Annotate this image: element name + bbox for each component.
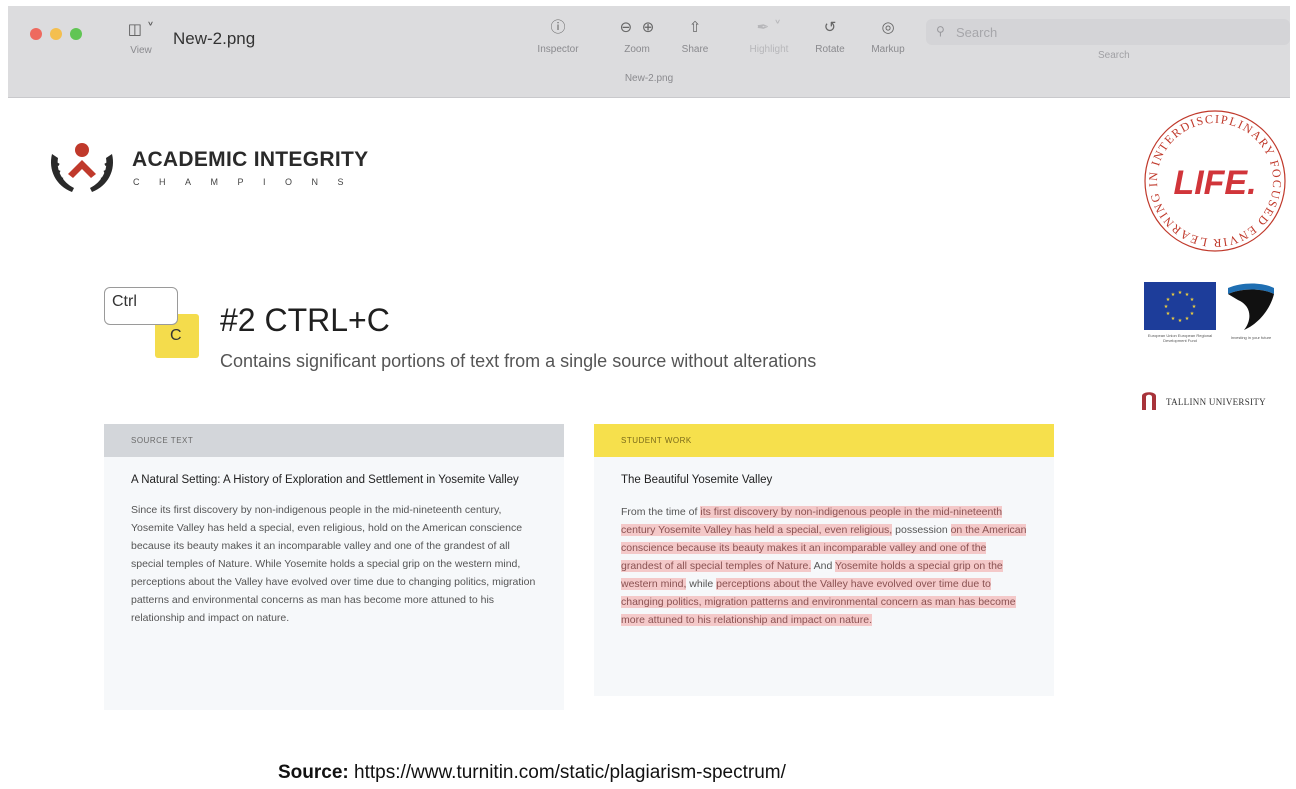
inspector-label: Inspector — [537, 44, 579, 55]
rotate-label: Rotate — [815, 44, 845, 55]
zoom-in-icon[interactable]: ⊕ — [642, 18, 655, 36]
student-text-segment: while — [686, 578, 717, 590]
zoom-label: Zoom — [624, 44, 650, 55]
student-work-body: From the time of its first discovery by … — [594, 489, 1054, 629]
svg-text:★: ★ — [1171, 292, 1176, 298]
life-seal-logo: LEARNING IN INTERDISCIPLINARY FOCUSED EN… — [1134, 106, 1286, 252]
page-heading: #2 CTRL+C — [220, 302, 390, 338]
zoom-control: ⊖ ⊕ Zoom — [608, 18, 666, 55]
rotate-button[interactable]: ↺ Rotate — [808, 18, 852, 55]
tallinn-university-icon — [1142, 392, 1156, 410]
info-icon: ⓘ — [550, 18, 566, 36]
zoom-out-icon[interactable]: ⊖ — [620, 18, 633, 36]
document-title: New-2.png — [173, 29, 256, 48]
estonia-fund-logo — [1228, 283, 1274, 330]
highlight-label: Highlight — [749, 44, 789, 55]
inspector-button[interactable]: ⓘ Inspector — [530, 18, 586, 55]
window-toolbar: ◫ ˅ View New-2.png ⓘ Inspector ⊖ ⊕ Zoom … — [8, 6, 1290, 98]
rotate-icon: ↺ — [823, 18, 837, 36]
student-work-title: The Beautiful Yosemite Valley — [621, 474, 773, 486]
markup-icon: ◎ — [881, 18, 895, 36]
eu-flag-logo: ★ ★ ★ ★ ★ ★ ★ ★ ★ ★ ★ ★ — [1144, 282, 1216, 330]
view-button[interactable]: ◫ ˅ View — [118, 20, 164, 66]
highlight-button[interactable]: ✒ ˅ Highlight — [736, 18, 802, 55]
search-icon: ⚲ — [936, 24, 945, 38]
source-text-body: Since its first discovery by non-indigen… — [131, 504, 536, 624]
page-subheading: Contains significant portions of text fr… — [220, 351, 817, 371]
logo-subtitle: CHAMPIONS — [133, 177, 364, 187]
zoom-window-button[interactable] — [70, 28, 82, 40]
student-text-segment: From the time of — [621, 506, 701, 518]
markup-button[interactable]: ◎ Markup — [864, 18, 912, 55]
svg-text:★: ★ — [1178, 318, 1183, 324]
svg-text:★: ★ — [1190, 311, 1195, 317]
student-work-panel: STUDENT WORK The Beautiful Yosemite Vall… — [594, 424, 1054, 696]
estonia-caption: Investing in your future — [1230, 335, 1272, 340]
svg-text:★: ★ — [1192, 304, 1197, 310]
minimize-window-button[interactable] — [50, 28, 62, 40]
source-citation: Source: https://www.turnitin.com/static/… — [278, 762, 786, 784]
view-label: View — [130, 45, 152, 56]
svg-text:★: ★ — [1190, 297, 1195, 303]
document-subtitle: New-2.png — [624, 73, 674, 84]
eu-caption: European Union European Regional Develop… — [1147, 333, 1213, 343]
source-text-header: SOURCE TEXT — [104, 424, 564, 457]
svg-text:★: ★ — [1185, 316, 1190, 322]
svg-text:★: ★ — [1164, 304, 1169, 310]
search-field[interactable]: ⚲ — [926, 19, 1290, 45]
tallinn-university-label: TALLINN UNIVERSITY — [1166, 397, 1266, 407]
svg-text:★: ★ — [1171, 316, 1176, 322]
highlighter-icon: ✒ ˅ — [756, 18, 782, 36]
source-text-title: A Natural Setting: A History of Explorat… — [131, 474, 519, 486]
student-text-segment: possession — [892, 524, 951, 536]
markup-label: Markup — [871, 44, 905, 55]
close-window-button[interactable] — [30, 28, 42, 40]
svg-text:★: ★ — [1166, 311, 1171, 317]
svg-text:★: ★ — [1178, 290, 1183, 296]
source-url[interactable]: https://www.turnitin.com/static/plagiari… — [354, 762, 786, 783]
c-key-label: C — [170, 327, 182, 344]
share-icon: ⇧ — [688, 18, 702, 36]
ctrl-key-graphic: Ctrl — [104, 287, 178, 325]
search-label: Search — [1098, 50, 1130, 61]
share-label: Share — [681, 44, 709, 55]
student-work-header: STUDENT WORK — [594, 424, 1054, 457]
student-text-segment: And — [811, 560, 836, 572]
sidebar-icon: ◫ ˅ — [127, 20, 155, 38]
source-text-panel: SOURCE TEXT A Natural Setting: A History… — [104, 424, 564, 710]
search-input[interactable] — [956, 22, 1276, 42]
source-label: Source: — [278, 762, 349, 783]
share-button[interactable]: ⇧ Share — [674, 18, 716, 55]
life-seal-center: LIFE. — [1173, 164, 1256, 202]
academic-integrity-logo-icon — [50, 143, 114, 192]
logo-title: ACADEMIC INTEGRITY — [132, 148, 369, 171]
